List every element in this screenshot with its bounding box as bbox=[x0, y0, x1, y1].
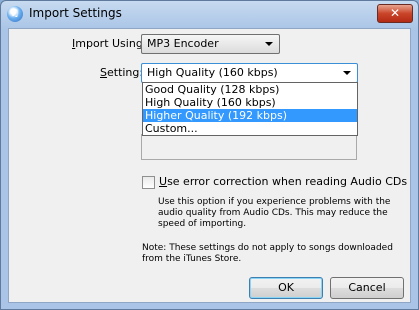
setting-dropdown-list[interactable]: Good Quality (128 kbps) High Quality (16… bbox=[142, 82, 358, 136]
itunes-icon: ♫ bbox=[7, 6, 23, 22]
setting-option-good[interactable]: Good Quality (128 kbps) bbox=[143, 83, 357, 96]
setting-details-box bbox=[141, 134, 357, 160]
chevron-down-icon bbox=[265, 42, 273, 46]
setting-option-higher[interactable]: Higher Quality (192 kbps) bbox=[143, 109, 357, 122]
dialog-body: Import Using: MP3 Encoder Setting: High … bbox=[8, 28, 411, 303]
error-correction-checkbox[interactable] bbox=[142, 176, 155, 189]
title-bar[interactable]: ♫ Import Settings ✕ bbox=[1, 1, 418, 28]
window-title: Import Settings bbox=[29, 6, 122, 20]
setting-option-high[interactable]: High Quality (160 kbps) bbox=[143, 96, 357, 109]
store-note-text: Note: These settings do not apply to son… bbox=[142, 243, 393, 264]
error-correction-help-text: Use this option if you experience proble… bbox=[158, 197, 391, 229]
setting-option-custom[interactable]: Custom... bbox=[143, 122, 357, 135]
import-using-label: Import Using: bbox=[72, 37, 147, 50]
setting-label: Setting: bbox=[100, 66, 144, 79]
import-using-select[interactable]: MP3 Encoder bbox=[141, 34, 280, 54]
setting-select[interactable]: High Quality (160 kbps) bbox=[141, 63, 358, 83]
close-button[interactable]: ✕ bbox=[377, 4, 413, 23]
setting-value: High Quality (160 kbps) bbox=[147, 64, 278, 82]
cancel-button[interactable]: Cancel bbox=[330, 277, 404, 299]
import-using-value: MP3 Encoder bbox=[147, 37, 219, 50]
ok-button[interactable]: OK bbox=[249, 277, 323, 299]
import-settings-window: ♫ Import Settings ✕ Import Using: MP3 En… bbox=[0, 0, 419, 310]
error-correction-label[interactable]: Use error correction when reading Audio … bbox=[159, 175, 407, 188]
chevron-down-icon bbox=[343, 71, 351, 75]
